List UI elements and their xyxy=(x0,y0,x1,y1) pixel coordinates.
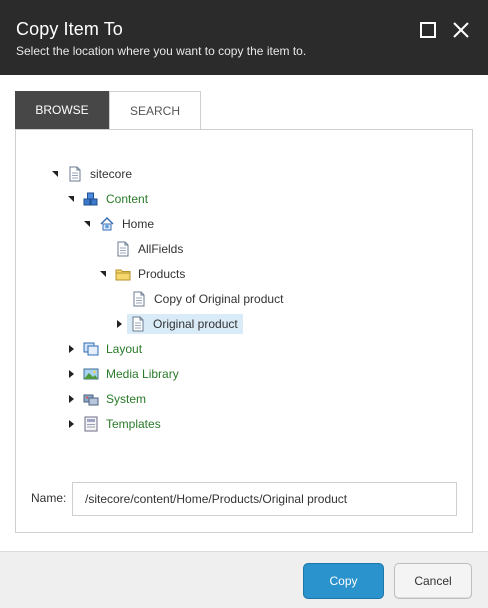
templates-icon xyxy=(84,416,98,432)
dialog-header: Copy Item To Select the location where y… xyxy=(0,0,488,75)
folder-icon xyxy=(115,269,131,281)
name-label: Name: xyxy=(31,491,67,505)
tree-node-home: Home xyxy=(83,213,156,235)
tree-label[interactable]: Copy of Original product xyxy=(152,289,285,309)
collapse-arrow-icon[interactable] xyxy=(83,219,93,229)
expand-arrow-icon[interactable] xyxy=(67,369,77,379)
expand-arrow-icon[interactable] xyxy=(67,344,77,354)
tree-label[interactable]: Media Library xyxy=(104,364,181,384)
tree-label[interactable]: Layout xyxy=(104,339,144,359)
tree-label[interactable]: System xyxy=(104,389,148,409)
tree-label[interactable]: Templates xyxy=(104,414,163,434)
tree-node-content: Content xyxy=(67,188,150,210)
expand-arrow-icon[interactable] xyxy=(67,394,77,404)
content-cubes-icon xyxy=(83,192,98,206)
tree-node-allfields: AllFields xyxy=(115,238,185,260)
tree-node-sitecore: sitecore xyxy=(51,163,134,185)
collapse-arrow-icon[interactable] xyxy=(67,194,77,204)
maximize-icon xyxy=(420,22,436,38)
document-icon xyxy=(117,241,129,257)
home-icon xyxy=(100,216,114,231)
tree-panel: sitecore Content Home AllFields Products… xyxy=(15,129,473,533)
tree-label[interactable]: Original product xyxy=(151,316,240,332)
expand-arrow-icon[interactable] xyxy=(67,419,77,429)
close-button[interactable] xyxy=(451,20,471,40)
tree-node-layout: Layout xyxy=(67,338,144,360)
system-icon xyxy=(83,394,99,406)
collapse-arrow-icon[interactable] xyxy=(99,269,109,279)
tree-node-original-product: Original product xyxy=(115,313,243,335)
collapse-arrow-icon[interactable] xyxy=(51,169,61,179)
dialog-footer: Copy Cancel xyxy=(0,551,488,608)
tree-node-media-library: Media Library xyxy=(67,363,181,385)
dialog-subtitle: Select the location where you want to co… xyxy=(16,44,307,58)
tree-node-products: Products xyxy=(99,263,187,285)
expand-arrow-icon[interactable] xyxy=(115,319,125,329)
maximize-button[interactable] xyxy=(418,20,438,40)
tree-label[interactable]: Home xyxy=(120,214,156,234)
cancel-button[interactable]: Cancel xyxy=(394,563,472,599)
document-icon xyxy=(133,291,145,307)
document-icon xyxy=(132,316,144,332)
close-icon xyxy=(453,22,469,38)
dialog-title: Copy Item To xyxy=(16,19,123,39)
selected-item-highlight[interactable]: Original product xyxy=(127,314,243,334)
tree-label[interactable]: Content xyxy=(104,189,150,209)
tree-label[interactable]: Products xyxy=(136,264,187,284)
name-input[interactable] xyxy=(72,482,457,516)
tree-label[interactable]: AllFields xyxy=(136,239,185,259)
tree-node-templates: Templates xyxy=(67,413,163,435)
tree-label[interactable]: sitecore xyxy=(88,164,134,184)
document-icon xyxy=(69,166,81,182)
media-library-icon xyxy=(83,368,99,380)
tree-node-copy-of-original-product: Copy of Original product xyxy=(131,288,285,310)
tab-browse[interactable]: BROWSE xyxy=(15,91,109,130)
tree-node-system: System xyxy=(67,388,148,410)
layout-icon xyxy=(83,342,99,356)
tab-search[interactable]: SEARCH xyxy=(109,91,201,130)
copy-button[interactable]: Copy xyxy=(303,563,384,599)
